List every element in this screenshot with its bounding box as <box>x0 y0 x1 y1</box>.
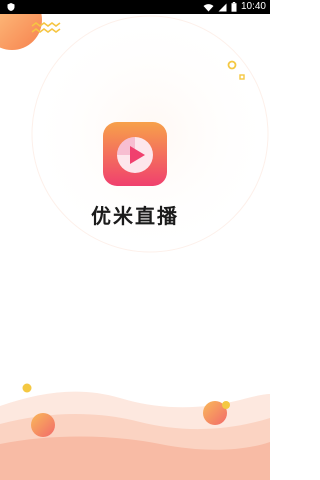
yellow-dot-left <box>22 383 32 393</box>
orange-orb-left <box>31 413 55 437</box>
splash-background <box>0 14 270 480</box>
corner-orb <box>0 14 42 50</box>
play-icon <box>117 137 153 173</box>
yellow-dot-right <box>222 401 230 409</box>
app-name: 优米直播 <box>91 204 179 228</box>
status-bar: 10:40 <box>0 0 270 14</box>
cellular-signal-icon <box>218 3 227 11</box>
wifi-icon <box>203 3 214 11</box>
app-logo <box>103 122 167 186</box>
status-time: 10:40 <box>240 1 266 12</box>
battery-icon <box>231 2 237 12</box>
shield-icon <box>7 3 15 11</box>
